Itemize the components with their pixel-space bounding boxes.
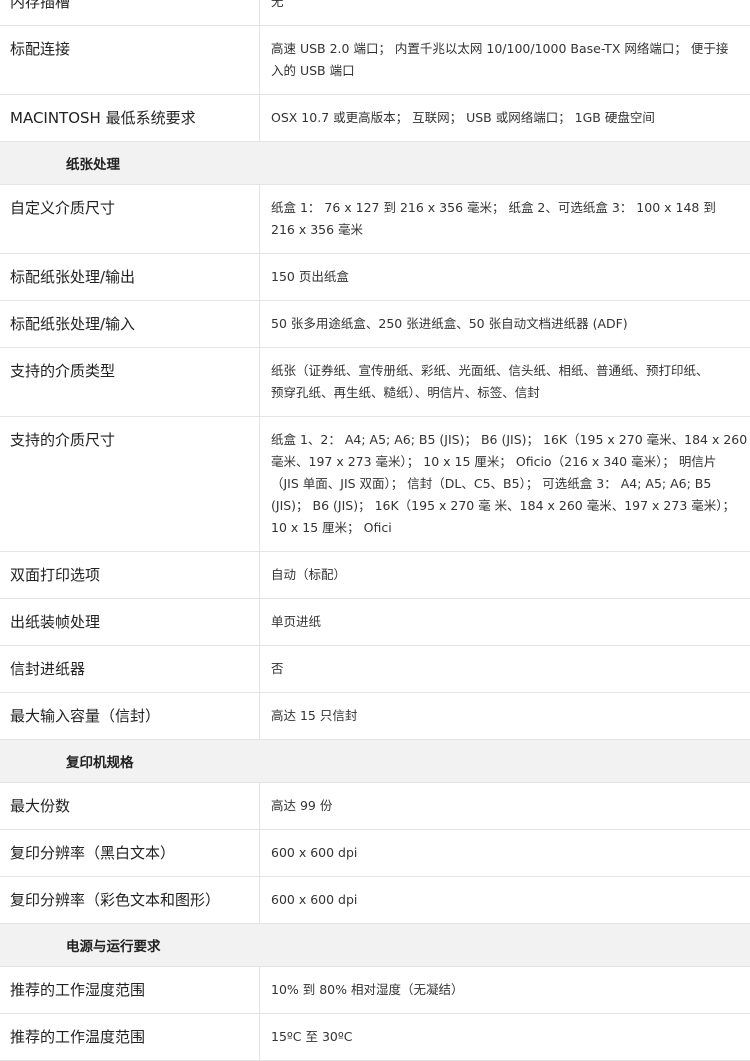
spec-value: 无 [271,0,284,9]
spec-value: 高达 99 份 [271,798,333,813]
spec-label: 内存插槽 [0,0,260,25]
spec-label: 出纸装帧处理 [0,599,260,645]
spec-row: 内存插槽 无 [0,0,750,26]
spec-row: 最大份数 高达 99 份 [0,783,750,830]
spec-row: 标配连接 高速 USB 2.0 端口； 内置千兆以太网 10/100/1000 B… [0,26,750,95]
spec-value: 纸盒 1、2： A4; A5; A6; B5 (JIS)； B6 (JIS)； … [271,432,748,535]
spec-table: 内存插槽 无标配连接 高速 USB 2.0 端口； 内置千兆以太网 10/100/1… [0,0,750,1061]
spec-label: 标配纸张处理/输入 [0,301,260,347]
spec-value: OSX 10.7 或更高版本； 互联网； USB 或网络端口； 1GB 硬盘空间 [271,110,655,125]
spec-row: 复印分辨率（黑白文本） 600 x 600 dpi [0,830,750,877]
spec-label: 最大份数 [0,783,260,829]
section-header: 电源与运行要求 [0,924,750,967]
spec-label: 复印分辨率（黑白文本） [0,830,260,876]
spec-label: 推荐的工作湿度范围 [0,967,260,1013]
spec-row: 自定义介质尺寸 纸盒 1： 76 x 127 到 216 x 356 毫米； 纸盒… [0,185,750,254]
spec-row: 双面打印选项 自动（标配） [0,552,750,599]
spec-row: 支持的介质类型 纸张（证券纸、宣传册纸、彩纸、光面纸、信头纸、相纸、普通纸、预打印… [0,348,750,417]
section-title: 纸张处理 [66,157,120,173]
spec-row: 支持的介质尺寸 纸盒 1、2： A4; A5; A6; B5 (JIS)； B6 … [0,417,750,552]
spec-row: 复印分辨率（彩色文本和图形） 600 x 600 dpi [0,877,750,924]
spec-row: 信封进纸器否 [0,646,750,693]
spec-label: 推荐的工作温度范围 [0,1014,260,1060]
spec-value: 单页进纸 [271,614,322,629]
spec-row: 标配纸张处理/输入 50 张多用途纸盒、250 张进纸盒、50 张自动文档进纸器 … [0,301,750,348]
spec-label: 最大输入容量（信封） [0,693,260,739]
spec-value: 600 x 600 dpi [271,892,358,907]
spec-label: 标配连接 [0,26,260,94]
spec-row: 出纸装帧处理 单页进纸 [0,599,750,646]
spec-row: 推荐的工作温度范围 15ºC 至 30ºC [0,1014,750,1061]
spec-label: 支持的介质尺寸 [0,417,260,551]
spec-value: 纸张（证券纸、宣传册纸、彩纸、光面纸、信头纸、相纸、普通纸、预打印纸、 预穿孔纸… [271,363,709,400]
spec-value: 自动（标配） [271,567,347,582]
spec-label: 双面打印选项 [0,552,260,598]
spec-row: 最大输入容量（信封） 高达 15 只信封 [0,693,750,740]
section-header: 纸张处理 [0,142,750,185]
spec-row: 推荐的工作湿度范围 10% 到 80% 相对湿度（无凝结） [0,967,750,1014]
spec-label: 标配纸张处理/输出 [0,254,260,300]
spec-label: MACINTOSH 最低系统要求 [0,95,260,141]
section-title: 复印机规格 [66,755,134,771]
spec-value: 15ºC 至 30ºC [271,1029,353,1044]
spec-value: 600 x 600 dpi [271,845,358,860]
spec-row: MACINTOSH 最低系统要求 OSX 10.7 或更高版本； 互联网； USB… [0,95,750,142]
spec-value: 150 页出纸盒 [271,269,349,284]
spec-label: 支持的介质类型 [0,348,260,416]
spec-label: 自定义介质尺寸 [0,185,260,253]
section-title: 电源与运行要求 [66,939,161,955]
spec-value: 10% 到 80% 相对湿度（无凝结） [271,982,464,997]
spec-value: 高达 15 只信封 [271,708,358,723]
spec-value: 50 张多用途纸盒、250 张进纸盒、50 张自动文档进纸器 (ADF) [271,316,628,331]
spec-label: 复印分辨率（彩色文本和图形） [0,877,260,923]
spec-value: 否 [271,661,284,676]
spec-row: 标配纸张处理/输出 150 页出纸盒 [0,254,750,301]
spec-label: 信封进纸器 [0,646,260,692]
section-header: 复印机规格 [0,740,750,783]
spec-value: 纸盒 1： 76 x 127 到 216 x 356 毫米； 纸盒 2、可选纸盒… [271,200,716,237]
spec-value: 高速 USB 2.0 端口； 内置千兆以太网 10/100/1000 Base-… [271,41,729,78]
